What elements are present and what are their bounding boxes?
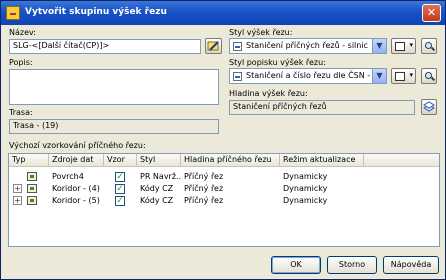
source-cell: Povrch4 <box>52 172 84 181</box>
column-header[interactable]: Hladina příčného řezu <box>181 154 280 167</box>
layer-select-button[interactable] <box>421 99 437 115</box>
corridor-icon <box>27 184 37 193</box>
alignment-field: Trasa - (19) <box>9 119 219 134</box>
description-input[interactable] <box>9 69 219 105</box>
app-icon <box>6 6 20 20</box>
layer-field: Staničení příčných řezů <box>229 100 415 115</box>
cancel-button[interactable]: Storno <box>327 256 377 274</box>
column-header[interactable]: Režim aktualizace <box>280 154 364 167</box>
table-row[interactable]: + Koridor - (5) ✓ Kódy CZ Příčný řez Dyn… <box>9 195 439 207</box>
corridor-icon <box>27 196 37 205</box>
section-view-style-edit-button[interactable]: ▾ <box>391 38 416 54</box>
section-view-style-pick-button[interactable] <box>421 38 437 54</box>
section-view-style-value: Staničení příčných řezů - silnic <box>246 41 368 50</box>
ok-button[interactable]: OK <box>271 256 321 274</box>
label-style-label: Styl popisku výšek řezu: <box>229 58 326 67</box>
magnifier-handle <box>430 76 436 82</box>
column-header[interactable]: Vzor <box>104 154 137 167</box>
style-cell[interactable]: PR Navrž... <box>137 171 181 183</box>
table-row[interactable]: Povrch4 ✓ PR Navrž... Příčný řez Dynamic… <box>9 171 439 183</box>
layer-cell[interactable]: Příčný řez <box>181 171 280 183</box>
create-section-view-group-dialog: Vytvořit skupinu výšek řezu ✕ Název: SLG… <box>0 0 446 280</box>
update-mode-cell[interactable]: Dynamicky <box>280 171 364 183</box>
dropdown-arrow-icon: ▾ <box>409 41 413 49</box>
section-view-style-select[interactable]: Staničení příčných řezů - silnic ▼ <box>229 38 387 54</box>
label-style-edit-button[interactable]: ▾ <box>391 68 416 84</box>
sample-lines-label: Výchozí vzorkování příčného řezu: <box>9 141 146 150</box>
alignment-label: Trasa: <box>9 108 33 117</box>
magnifier-handle <box>430 46 436 52</box>
style-cell[interactable]: Kódy CZ <box>137 183 181 195</box>
help-button[interactable]: Nápověda <box>383 256 439 274</box>
title-bar[interactable]: Vytvořit skupinu výšek řezu ✕ <box>1 1 445 25</box>
source-cell: Koridor - (5) <box>52 196 100 205</box>
source-cell: Koridor - (4) <box>52 184 100 193</box>
sample-checkbox[interactable]: ✓ <box>115 172 125 182</box>
label-style-select[interactable]: Staničení a číslo řezu dle ČSN - VLEV( ▼ <box>229 68 387 84</box>
column-header-empty <box>364 154 439 167</box>
style-edit-icon <box>395 72 405 81</box>
surface-icon <box>27 172 37 181</box>
table-row[interactable]: + Koridor - (4) ✓ Kódy CZ Příčný řez Dyn… <box>9 183 439 195</box>
style-cell[interactable]: Kódy CZ <box>137 195 181 207</box>
sample-checkbox[interactable]: ✓ <box>115 196 125 206</box>
update-mode-cell[interactable]: Dynamicky <box>280 183 364 195</box>
name-template-button[interactable] <box>205 38 222 54</box>
dropdown-arrow-icon: ▾ <box>409 71 413 79</box>
column-header[interactable]: Zdroje dat <box>49 154 104 167</box>
layer-icon <box>423 101 435 112</box>
style-icon <box>233 42 242 51</box>
expand-icon[interactable]: + <box>13 184 22 193</box>
label-style-icon <box>233 72 242 81</box>
close-button[interactable]: ✕ <box>422 4 441 22</box>
dialog-title: Vytvořit skupinu výšek řezu <box>25 7 167 17</box>
section-view-style-label: Styl výšek řezu: <box>229 28 293 37</box>
template-edit-icon <box>207 41 219 51</box>
sample-checkbox[interactable]: ✓ <box>115 184 125 194</box>
style-edit-icon <box>395 42 405 51</box>
description-label: Popis: <box>9 58 33 67</box>
update-mode-cell[interactable]: Dynamicky <box>280 195 364 207</box>
chevron-down-icon[interactable]: ▼ <box>372 69 386 83</box>
layer-label: Hladina výšek řezu: <box>229 89 308 98</box>
label-style-pick-button[interactable] <box>421 68 437 84</box>
layer-cell[interactable]: Příčný řez <box>181 183 280 195</box>
name-input[interactable]: SLG-<[Další čítač(CP)]> <box>9 39 201 54</box>
layer-cell[interactable]: Příčný řez <box>181 195 280 207</box>
expand-icon[interactable]: + <box>13 196 22 205</box>
column-header[interactable]: Typ <box>9 154 49 167</box>
sample-lines-table: Typ Zdroje dat Vzor Styl Hladina příčnéh… <box>8 153 440 247</box>
label-style-value: Staničení a číslo řezu dle ČSN - VLEV( <box>246 71 387 80</box>
chevron-down-icon[interactable]: ▼ <box>372 39 386 53</box>
table-header: Typ Zdroje dat Vzor Styl Hladina příčnéh… <box>9 154 439 167</box>
name-label: Název: <box>9 28 36 37</box>
column-header[interactable]: Styl <box>137 154 181 167</box>
